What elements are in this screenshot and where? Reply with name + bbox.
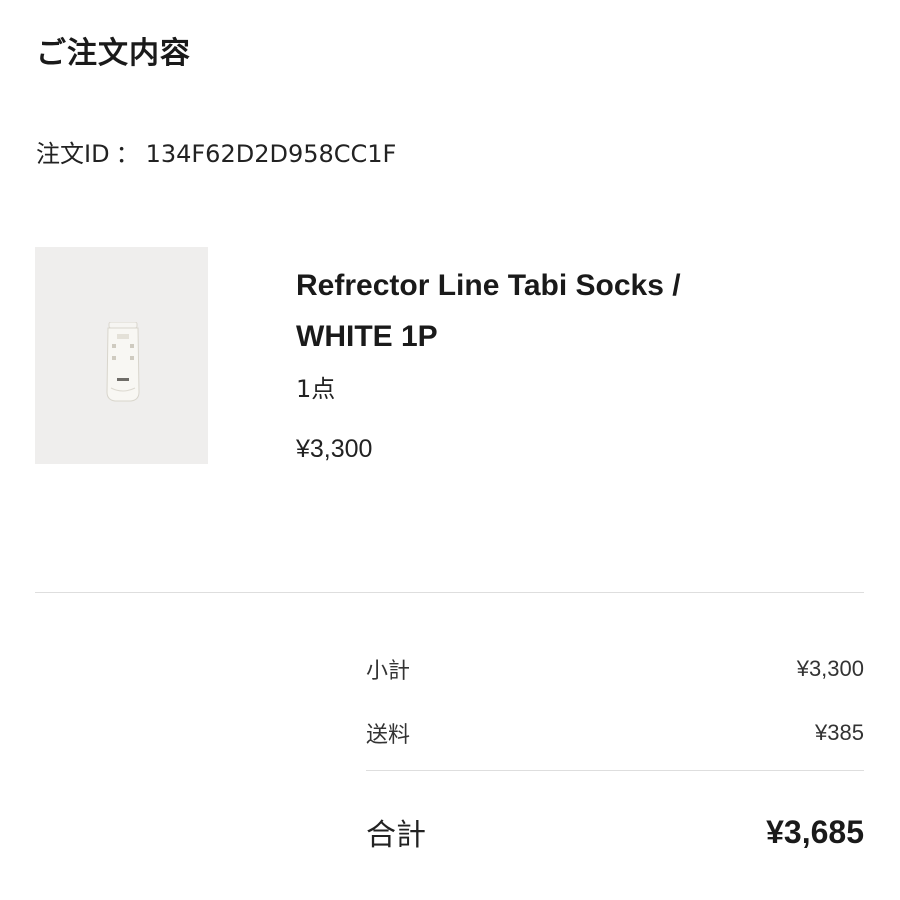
product-price: ¥3,300 — [296, 435, 373, 463]
product-image[interactable] — [35, 247, 208, 464]
shipping-value: ¥385 — [815, 720, 864, 745]
total-row: 合計 ¥3,685 — [366, 811, 864, 854]
product-info: Refrector Line Tabi Socks / WHITE 1P 1点 … — [296, 260, 816, 466]
order-id-label: 注文ID — [36, 140, 110, 168]
subtotal-value: ¥3,300 — [796, 656, 864, 681]
order-id-separator: ： — [115, 140, 140, 168]
shipping-row: 送料 ¥385 — [366, 714, 864, 752]
total-value: ¥3,685 — [766, 813, 864, 850]
order-id-value: 134F62D2D958CC1F — [145, 140, 397, 168]
order-summary: 小計 ¥3,300 送料 ¥385 合計 ¥3,685 — [366, 650, 864, 853]
product-quantity: 1点 — [296, 375, 336, 403]
product-name-line1: Refrector Line Tabi Socks / — [296, 269, 681, 302]
summary-divider — [366, 770, 864, 771]
shipping-label: 送料 — [366, 723, 411, 748]
sock-package-icon — [106, 322, 140, 402]
product-name[interactable]: Refrector Line Tabi Socks / WHITE 1P — [296, 260, 816, 362]
product-name-line2: WHITE 1P — [296, 320, 438, 353]
order-id-row: 注文ID： 134F62D2D958CC1F — [36, 137, 396, 171]
subtotal-row: 小計 ¥3,300 — [366, 650, 864, 688]
subtotal-label: 小計 — [366, 659, 411, 684]
total-label: 合計 — [366, 818, 426, 853]
section-divider — [35, 592, 864, 593]
page-title: ご注文内容 — [36, 36, 191, 71]
